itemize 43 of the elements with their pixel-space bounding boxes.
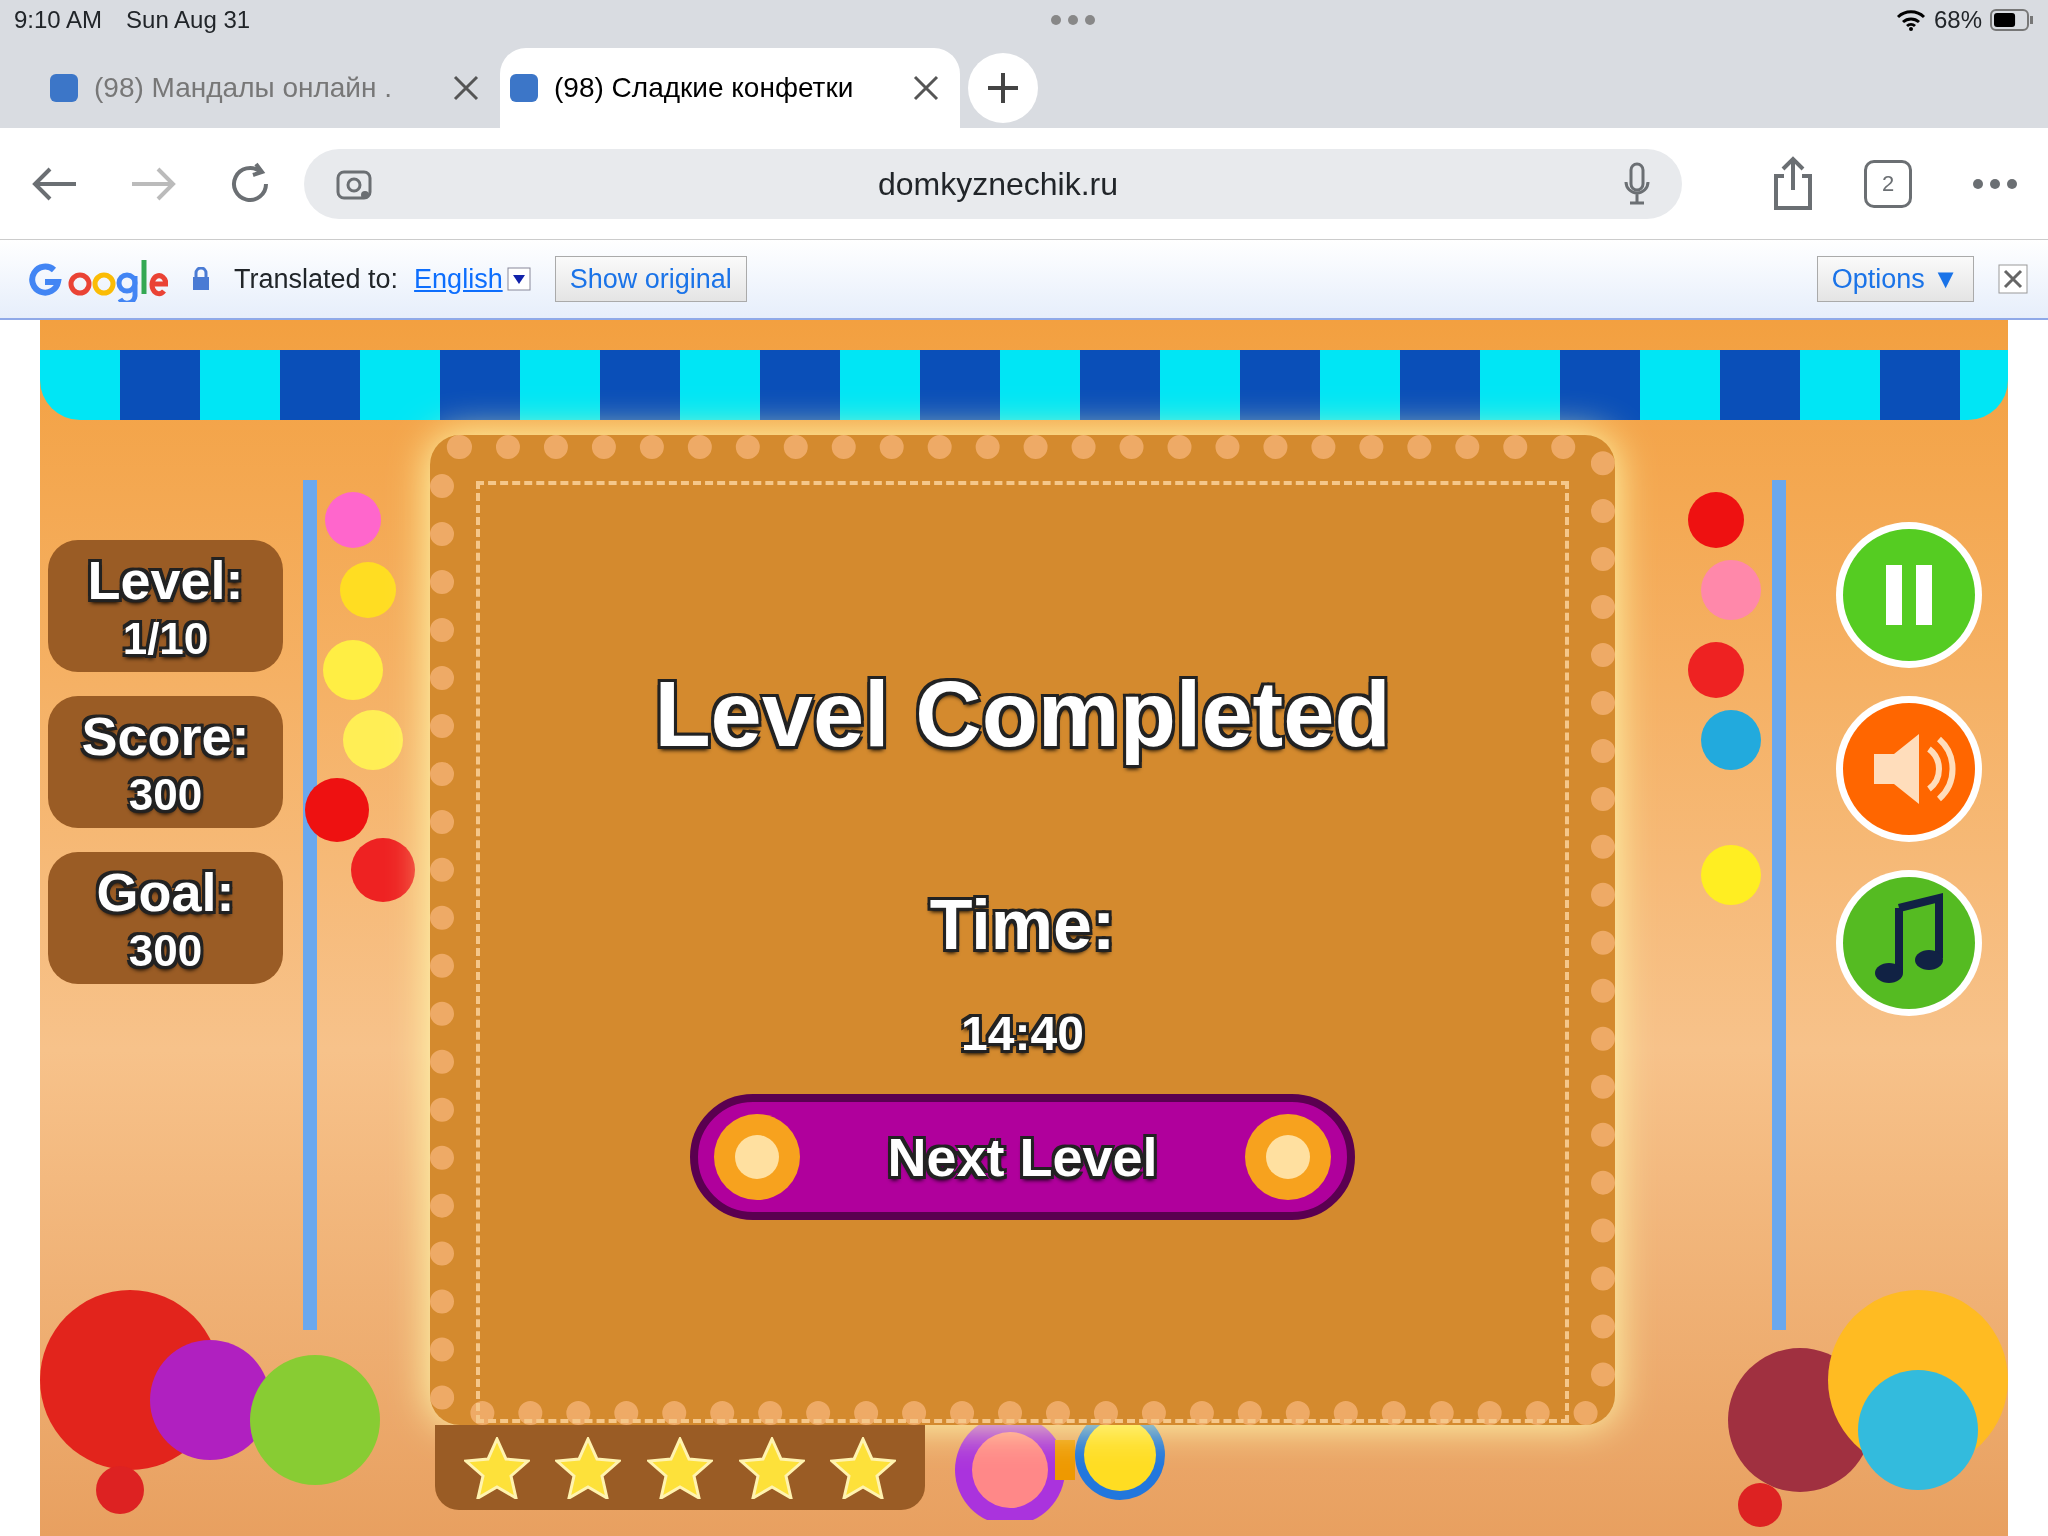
- browser-tab[interactable]: (98) Мандалы онлайн .: [40, 48, 500, 128]
- star-icon: [830, 1436, 897, 1499]
- address-url[interactable]: domkyznechik.ru: [877, 165, 1119, 202]
- hud-label: Goal:: [95, 861, 236, 924]
- dialog-title: Level Completed: [654, 662, 1391, 767]
- translate-label: Translated to:: [234, 262, 399, 296]
- hud-value: 300: [127, 768, 204, 821]
- options-button[interactable]: Options ▼: [1816, 255, 1974, 303]
- lock-icon: [192, 267, 210, 291]
- hud-label: Score:: [80, 705, 251, 768]
- browser-tab[interactable]: (98) Сладкие конфетки: [500, 48, 960, 128]
- dropdown-icon[interactable]: [506, 267, 531, 291]
- close-icon[interactable]: [1998, 264, 2028, 294]
- time-value: 14:40: [961, 1006, 1084, 1062]
- close-icon[interactable]: [452, 74, 480, 102]
- time-label: Time:: [929, 885, 1116, 966]
- favicon-icon: [510, 74, 538, 102]
- battery-percent: 68%: [1933, 5, 1982, 35]
- more-icon[interactable]: [1972, 177, 2018, 190]
- status-date: Sun Aug 31: [126, 5, 251, 35]
- favicon-icon: [50, 74, 78, 102]
- candy-icon: [1245, 1114, 1331, 1200]
- hud-value: 300: [127, 924, 204, 977]
- tab-count-button[interactable]: 2: [1864, 159, 1912, 208]
- microphone-icon[interactable]: [1622, 161, 1652, 206]
- candy-icon: [714, 1114, 800, 1200]
- star-icon: [738, 1436, 805, 1499]
- speaker-icon[interactable]: [1834, 694, 1984, 844]
- battery-icon: [1990, 8, 2034, 32]
- status-time: 9:10 AM: [14, 5, 103, 35]
- close-icon[interactable]: [912, 74, 940, 102]
- music-note-icon[interactable]: [1834, 868, 1984, 1018]
- multitask-dots-icon[interactable]: [1050, 14, 1097, 26]
- star-icon: [463, 1436, 530, 1499]
- language-link[interactable]: English: [414, 258, 503, 300]
- next-level-button[interactable]: Next Level: [690, 1094, 1355, 1220]
- hud-value: 1/10: [121, 612, 210, 665]
- wifi-icon: [1895, 9, 1926, 31]
- show-original-button[interactable]: Show original: [554, 255, 747, 303]
- star-icon: [555, 1436, 622, 1499]
- new-tab-icon[interactable]: [968, 53, 1038, 123]
- star-icon: [647, 1436, 713, 1499]
- hud-label: Level:: [86, 549, 245, 612]
